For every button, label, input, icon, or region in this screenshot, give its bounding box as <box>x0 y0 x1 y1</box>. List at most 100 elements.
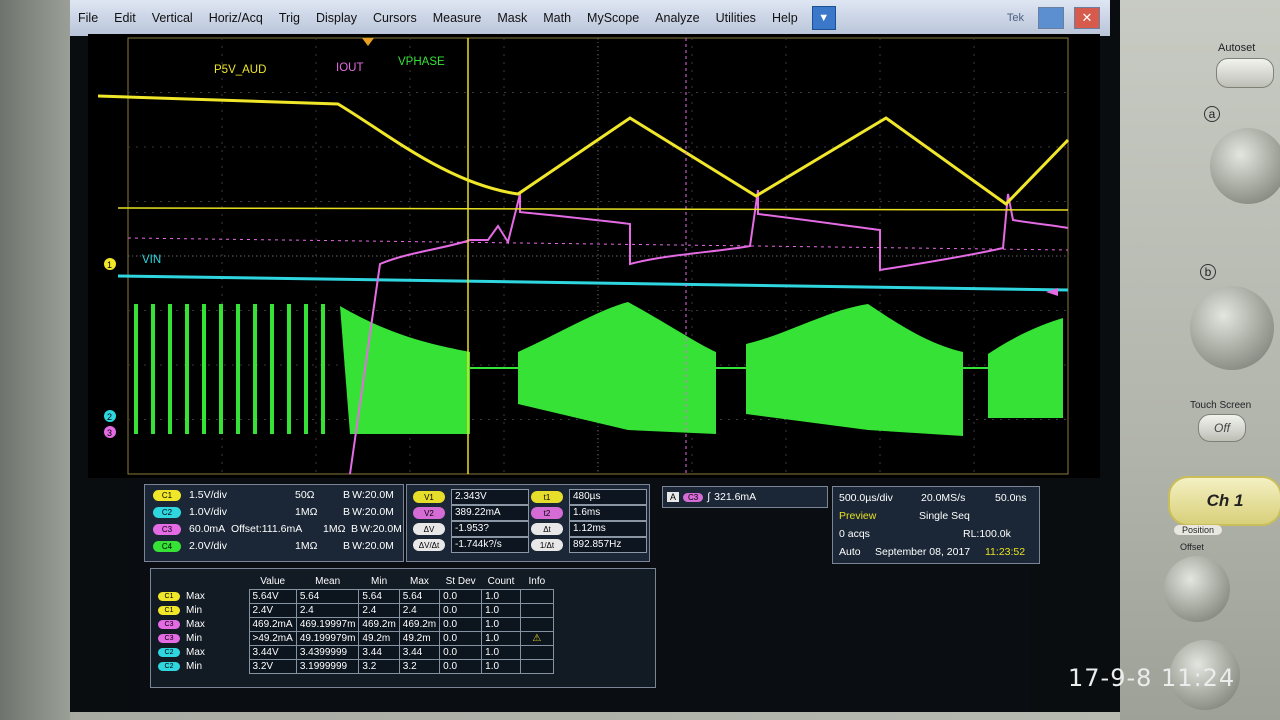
sample-resolution: 50.0ns <box>995 492 1027 504</box>
ch1-waveform-label: P5V_AUD <box>214 64 267 76</box>
measurement-stat: Max <box>186 619 205 630</box>
menu-cursors[interactable]: Cursors <box>365 11 425 25</box>
header-blank <box>155 573 249 590</box>
graticule-svg: 1 2 3 <box>97 37 1070 475</box>
table-row[interactable]: C3 Min >49.2mA 49.199979m 49.2m 49.2m 0.0 1.0 ⚠ <box>155 631 554 646</box>
trigger-readout[interactable]: A C3 ∫ 321.6mA <box>662 486 828 508</box>
table-row[interactable]: C2 Min 3.2V 3.1999999 3.2 3.2 0.0 1.0 <box>155 659 554 674</box>
ch3-waveform-label: IOUT <box>336 62 364 74</box>
measurement-min: 3.44 <box>358 645 400 660</box>
table-row[interactable]: C1 Min 2.4V 2.4 2.4 2.4 0.0 1.0 <box>155 603 554 618</box>
menu-math[interactable]: Math <box>535 11 579 25</box>
ch1-position-knob[interactable] <box>1164 556 1230 622</box>
ch1-badge: C1 <box>153 489 181 501</box>
acq-date: September 08, 2017 <box>875 546 971 558</box>
menu-dropdown-icon[interactable]: ▼ <box>811 6 836 30</box>
touch-screen-off-button[interactable]: Off <box>1198 414 1246 442</box>
menu-file[interactable]: File <box>70 11 106 25</box>
acq-state: Preview <box>839 510 877 522</box>
menu-vertical[interactable]: Vertical <box>144 11 201 25</box>
measurement-min: 5.64 <box>358 589 400 604</box>
ch1-bandwidth: B W:20.0M <box>343 489 394 501</box>
measurement-label: C1 Max <box>155 590 249 604</box>
table-row[interactable]: C1 Max 5.64V 5.64 5.64 5.64 0.0 1.0 <box>155 589 554 604</box>
measurement-max: 3.44 <box>398 645 441 660</box>
header-value: Value <box>260 575 286 587</box>
measurement-stat: Min <box>186 605 203 616</box>
bezel-left-edge <box>0 0 70 720</box>
cursor-voltage-grid: V1 2.343V V2 389.22mA ΔV -1.953? ΔV/Δt -… <box>413 489 529 553</box>
ch3-settings-row[interactable]: C3 60.0mA Offset:111.6mA 1MΩ B W:20.0M <box>153 521 417 537</box>
ch3-coupling: 1MΩ <box>323 523 346 535</box>
warning-icon: ⚠ <box>519 631 554 646</box>
measurement-count: 1.0 <box>481 603 521 618</box>
ch2-scale: 1.0V/div <box>189 506 227 518</box>
header-max: Max <box>410 575 429 587</box>
menu-mask[interactable]: Mask <box>489 11 535 25</box>
t2-value: 1.6ms <box>569 505 647 521</box>
menu-measure[interactable]: Measure <box>425 11 490 25</box>
measurement-count: 1.0 <box>481 631 521 646</box>
menu-analyze[interactable]: Analyze <box>647 11 707 25</box>
inv-delta-t-value: 892.857Hz <box>569 537 647 553</box>
measurement-info <box>519 589 554 604</box>
vphase-burst <box>988 318 1063 418</box>
measurement-min: 469.2m <box>358 617 400 632</box>
delta-v-dt-value: -1.744k?/s <box>451 537 529 553</box>
ch1-button[interactable]: Ch 1 <box>1168 476 1280 526</box>
horizontal-acq-readout[interactable]: 500.0µs/div 20.0MS/s 50.0ns Preview Sing… <box>832 486 1040 564</box>
measurement-stdev: 0.0 <box>439 589 483 604</box>
header-info: Info <box>528 575 546 587</box>
ch4-scale: 2.0V/div <box>189 540 227 552</box>
table-row[interactable]: C3 Max 469.2mA 469.19997m 469.2m 469.2m 0.0 1.0 <box>155 617 554 632</box>
autoset-button[interactable] <box>1216 58 1274 88</box>
menu-trig[interactable]: Trig <box>271 11 308 25</box>
trigger-source: A <box>667 492 680 502</box>
brand-logo: Tek <box>1006 12 1024 24</box>
ch4-settings-row[interactable]: C4 2.0V/div 1MΩ B W:20.0M <box>153 538 394 554</box>
measurement-channel-badge: C1 <box>158 605 180 615</box>
cursor-time-grid: t1 480µs t2 1.6ms Δt 1.12ms 1/Δt 892.857… <box>531 489 647 553</box>
measurement-info <box>519 645 554 660</box>
channel-settings-panel[interactable]: C1 1.5V/div 50Ω B W:20.0M C2 1.0V/div 1M… <box>144 484 404 562</box>
knob-a-label: a <box>1204 106 1220 122</box>
ch4-badge: C4 <box>153 540 181 552</box>
measurement-mean: 5.64 <box>295 589 360 604</box>
table-row[interactable]: C2 Max 3.44V 3.4399999 3.44 3.44 0.0 1.0 <box>155 645 554 660</box>
multipurpose-knob-a[interactable] <box>1210 128 1280 204</box>
waveform-display[interactable]: 1 2 3 P5V_AUD IOUT VPHASE VIN <box>88 34 1100 478</box>
acq-count: 0 acqs <box>839 528 870 540</box>
measurement-channel-badge: C2 <box>158 647 180 657</box>
menu-help[interactable]: Help <box>764 11 806 25</box>
offset-label: Offset <box>1180 542 1204 552</box>
delta-v-dt-badge: ΔV/Δt <box>413 539 445 551</box>
cursor-readout-panel[interactable]: V1 2.343V V2 389.22mA ΔV -1.953? ΔV/Δt -… <box>406 484 650 562</box>
measurement-info <box>519 603 554 618</box>
measurement-channel-badge: C1 <box>158 591 180 601</box>
minimize-button[interactable] <box>1038 7 1064 29</box>
ch2-settings-row[interactable]: C2 1.0V/div 1MΩ B W:20.0M <box>153 504 394 520</box>
autoset-label: Autoset <box>1218 42 1256 54</box>
measurement-grid: Value Mean Min Max St Dev Count Info C1 M… <box>155 573 554 674</box>
menu-edit[interactable]: Edit <box>106 11 144 25</box>
measurement-max: 5.64 <box>398 589 441 604</box>
measurement-table[interactable]: Value Mean Min Max St Dev Count Info C1 M… <box>150 568 656 688</box>
menu-myscope[interactable]: MyScope <box>579 11 647 25</box>
ch2-waveform-label: VIN <box>142 254 162 266</box>
menu-utilities[interactable]: Utilities <box>708 11 764 25</box>
measurement-value: 469.2mA <box>248 617 297 632</box>
ch4-waveform-label: VPHASE <box>398 56 445 68</box>
close-button[interactable]: ✕ <box>1074 7 1100 29</box>
measurement-channel-badge: C3 <box>158 619 180 629</box>
measurement-label: C2 Min <box>155 660 249 674</box>
measurement-stat: Min <box>186 633 203 644</box>
menu-horiz-acq[interactable]: Horiz/Acq <box>201 11 271 25</box>
menu-display[interactable]: Display <box>308 11 365 25</box>
ch1-settings-row[interactable]: C1 1.5V/div 50Ω B W:20.0M <box>153 487 394 503</box>
measurement-mean: 49.199979m <box>295 631 360 646</box>
record-length: RL:100.0k <box>963 528 1011 540</box>
front-panel: Autoset a b Touch Screen Off Ch 1 Positi… <box>1120 0 1280 720</box>
trigger-slope-icon: ∫ <box>707 491 711 503</box>
multipurpose-knob-b[interactable] <box>1190 286 1274 370</box>
measurement-min: 49.2m <box>358 631 400 646</box>
